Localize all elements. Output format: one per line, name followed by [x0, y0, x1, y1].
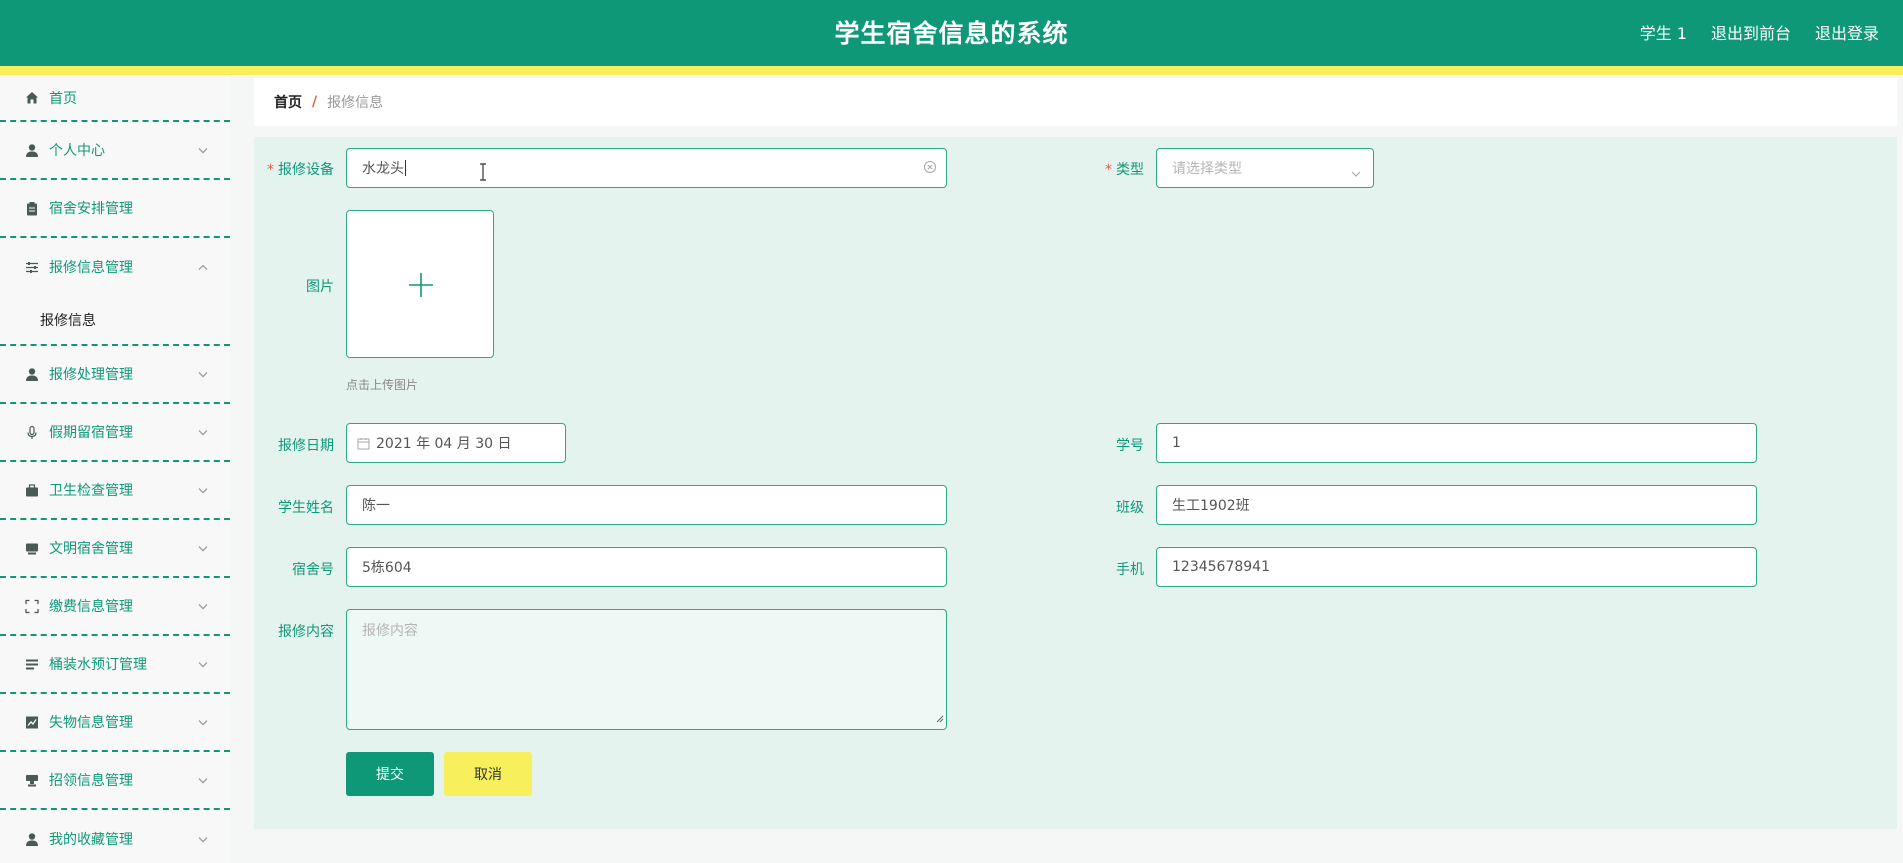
breadcrumb: 首页 / 报修信息	[254, 78, 1897, 126]
app-title: 学生宿舍信息的系统	[834, 19, 1069, 48]
cancel-button[interactable]: 取消	[444, 752, 532, 796]
sidebar-item-label: 首页	[49, 90, 77, 107]
stamp-icon	[24, 773, 39, 788]
header-links: 学生 1 退出到前台 退出登录	[1640, 20, 1879, 44]
chevron-down-icon	[198, 479, 208, 498]
text-caret	[405, 160, 406, 176]
content-label: 报修内容	[278, 624, 334, 640]
chevron-down-icon	[198, 828, 208, 847]
plus-icon	[408, 272, 434, 302]
clear-icon[interactable]	[923, 160, 937, 178]
sidebar-item-payment[interactable]: 缴费信息管理	[0, 578, 230, 636]
name-input[interactable]: 陈一	[346, 485, 947, 525]
sidebar-item-label: 缴费信息管理	[49, 599, 133, 615]
sidebar-item-label: 桶装水预订管理	[49, 657, 147, 673]
monitor-icon	[24, 541, 39, 556]
phone-input[interactable]: 12345678941	[1156, 547, 1757, 587]
sidebar-item-home[interactable]: 首页	[0, 75, 230, 122]
type-label: * 类型	[1105, 162, 1144, 178]
chevron-up-icon	[198, 256, 208, 275]
breadcrumb-home[interactable]: 首页	[274, 92, 302, 112]
sidebar-item-civilized-dorm[interactable]: 文明宿舍管理	[0, 520, 230, 578]
chevron-down-icon	[198, 363, 208, 382]
submit-button[interactable]: 提交	[346, 752, 434, 796]
breadcrumb-separator: /	[312, 94, 318, 110]
sidebar-item-personal-center[interactable]: 个人中心	[0, 122, 230, 180]
student-no-input[interactable]: 1	[1156, 423, 1757, 463]
sidebar-item-label: 招领信息管理	[49, 773, 133, 789]
dorm-input[interactable]: 5栋604	[346, 547, 947, 587]
device-input[interactable]: 水龙头	[346, 148, 947, 188]
student-no-label: 学号	[1116, 438, 1144, 454]
sidebar-subitem-repair-info[interactable]: 报修信息	[0, 296, 230, 346]
sidebar-item-label: 个人中心	[49, 143, 105, 159]
fullscreen-icon	[24, 599, 39, 614]
upload-hint: 点击上传图片	[346, 378, 419, 392]
sidebar-item-label: 报修处理管理	[49, 367, 133, 383]
date-label: 报修日期	[278, 438, 334, 454]
resize-handle-icon[interactable]	[936, 711, 944, 727]
date-value: 2021 年 04 月 30 日	[376, 436, 512, 452]
sidebar-item-water-order[interactable]: 桶装水预订管理	[0, 636, 230, 694]
briefcase-icon	[24, 483, 39, 498]
image-label: 图片	[306, 279, 334, 295]
calendar-icon	[357, 437, 370, 450]
top-header: 学生宿舍信息的系统 学生 1 退出到前台 退出登录	[0, 0, 1903, 66]
type-select[interactable]: 请选择类型	[1156, 148, 1374, 188]
sidebar-item-lost-items[interactable]: 失物信息管理	[0, 694, 230, 752]
sidebar-item-label: 报修信息管理	[49, 260, 133, 276]
sidebar-item-found-items[interactable]: 招领信息管理	[0, 752, 230, 810]
type-select-placeholder: 请选择类型	[1172, 161, 1242, 177]
sidebar-item-holiday-stay[interactable]: 假期留宿管理	[0, 404, 230, 462]
exit-to-front-link[interactable]: 退出到前台	[1711, 20, 1791, 44]
user-icon	[24, 832, 39, 847]
home-icon	[24, 90, 39, 105]
text-cursor-icon	[478, 163, 488, 185]
chevron-down-icon	[198, 421, 208, 440]
dorm-label: 宿舍号	[292, 562, 334, 578]
header-stripe	[0, 66, 1903, 75]
sidebar-item-dorm-arrangement[interactable]: 宿舍安排管理	[0, 180, 230, 238]
device-input-value: 水龙头	[362, 161, 404, 177]
logout-link[interactable]: 退出登录	[1815, 20, 1879, 44]
sidebar-item-repair-handling[interactable]: 报修处理管理	[0, 346, 230, 404]
chevron-down-icon	[1351, 165, 1361, 181]
sidebar-item-label: 假期留宿管理	[49, 425, 133, 441]
chevron-down-icon	[198, 139, 208, 158]
device-label: * 报修设备	[267, 162, 334, 178]
sidebar-subitem-label: 报修信息	[40, 313, 96, 329]
chevron-down-icon	[198, 653, 208, 672]
user-icon	[24, 367, 39, 382]
chevron-down-icon	[198, 711, 208, 730]
chart-icon	[24, 715, 39, 730]
name-label: 学生姓名	[278, 500, 334, 516]
current-user-link[interactable]: 学生 1	[1640, 20, 1687, 44]
sidebar-item-label: 我的收藏管理	[49, 832, 133, 848]
sidebar-item-label: 卫生检查管理	[49, 483, 133, 499]
sliders-icon	[24, 260, 39, 275]
chevron-down-icon	[198, 537, 208, 556]
list-icon	[24, 657, 39, 672]
sidebar-item-label: 失物信息管理	[49, 715, 133, 731]
user-icon	[24, 143, 39, 158]
sidebar-item-favorites[interactable]: 我的收藏管理	[0, 810, 230, 863]
content-textarea[interactable]: 报修内容	[346, 609, 947, 730]
chevron-down-icon	[198, 769, 208, 788]
sidebar-item-label: 文明宿舍管理	[49, 541, 133, 557]
breadcrumb-current: 报修信息	[327, 95, 384, 111]
class-label: 班级	[1116, 500, 1144, 516]
mic-icon	[24, 425, 39, 440]
date-picker[interactable]: 2021 年 04 月 30 日	[346, 423, 566, 463]
sidebar-item-repair-management[interactable]: 报修信息管理	[0, 238, 230, 296]
chevron-down-icon	[198, 595, 208, 614]
sidebar-item-label: 宿舍安排管理	[49, 201, 133, 217]
content-placeholder: 报修内容	[362, 623, 418, 639]
image-upload-box[interactable]	[346, 210, 494, 358]
phone-label: 手机	[1116, 562, 1144, 578]
clipboard-icon	[24, 201, 39, 216]
class-input[interactable]: 生工1902班	[1156, 485, 1757, 525]
sidebar-item-hygiene-check[interactable]: 卫生检查管理	[0, 462, 230, 520]
sidebar: 首页 个人中心 宿舍安排管理 报修信息管理 报修信息 报修处理管理 假期留宿管理	[0, 75, 230, 863]
